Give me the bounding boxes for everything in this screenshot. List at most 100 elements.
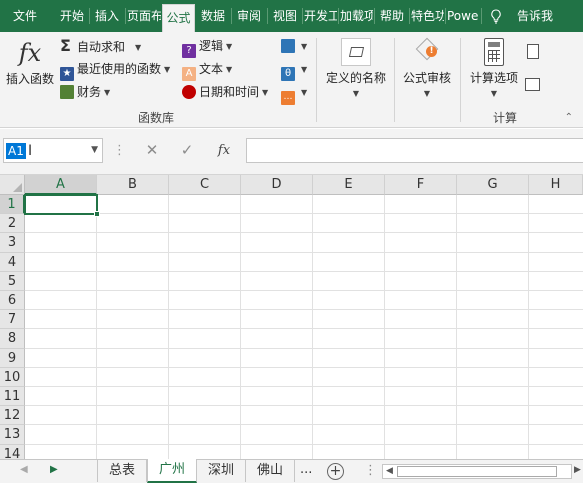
fx-icon: fx <box>18 39 42 67</box>
gridline <box>25 443 583 445</box>
horizontal-scrollbar[interactable]: ◀ <box>382 464 572 479</box>
tab-home[interactable]: 开始 <box>56 0 88 32</box>
ribbon-formulas: fx 插入函数 Σ 自动求和 ▼ ★ 最近使用的函数 ▼ 财务 ▼ ? 逻辑 ▼ A 文本 ▼ 日… <box>0 32 583 128</box>
row-header-7[interactable]: 7 <box>0 310 25 330</box>
scroll-right-icon[interactable]: ▶ <box>574 465 581 475</box>
tab-formulas[interactable]: 公式 <box>162 4 195 32</box>
tab-page-layout[interactable]: 页面布局 <box>127 0 161 32</box>
row-header-13[interactable]: 13 <box>0 425 25 445</box>
insert-function-fx-button[interactable]: fx <box>209 138 239 163</box>
prev-sheet-icon[interactable]: ◀ <box>20 464 28 475</box>
column-header-c[interactable]: C <box>169 175 241 195</box>
sigma-icon: Σ <box>60 36 71 55</box>
row-header-2[interactable]: 2 <box>0 214 25 234</box>
row-header-11[interactable]: 11 <box>0 387 25 407</box>
tab-addins[interactable]: 加载项 <box>340 0 373 32</box>
tab-data[interactable]: 数据 <box>197 0 229 32</box>
sheet-tab-summary[interactable]: 总表 <box>97 460 147 482</box>
financial-book-icon <box>60 85 74 99</box>
date-time-button[interactable]: 日期和时间 ▼ <box>182 82 268 102</box>
gridline <box>25 290 583 291</box>
tab-splitter-icon[interactable]: ⋮ <box>364 463 377 478</box>
chevron-down-icon[interactable]: ▼ <box>91 145 98 155</box>
clock-book-icon <box>182 85 196 99</box>
tab-view[interactable]: 视图 <box>269 0 301 32</box>
row-header-3[interactable]: 3 <box>0 233 25 253</box>
formula-bar-grip-icon[interactable]: ⋮ <box>113 138 126 163</box>
column-header-b[interactable]: B <box>97 175 169 195</box>
gridline <box>25 328 583 330</box>
row-header-14[interactable]: 14 <box>0 444 25 459</box>
tab-insert[interactable]: 插入 <box>91 0 123 32</box>
collapse-ribbon-icon[interactable]: ⌃ <box>565 112 573 123</box>
name-box[interactable]: A1 I ▼ <box>3 138 103 163</box>
tab-developer[interactable]: 开发工具 <box>304 0 337 32</box>
calculation-options-button[interactable]: 计算选项 ▼ <box>465 38 523 100</box>
select-all-button[interactable] <box>0 175 25 195</box>
active-cell-selection[interactable] <box>24 194 100 217</box>
column-header-a[interactable]: A <box>25 175 97 195</box>
lookup-reference-button[interactable]: ▼ <box>281 36 307 56</box>
next-sheet-icon[interactable]: ▶ <box>50 464 58 475</box>
chevron-down-icon: ▼ <box>490 89 498 98</box>
sheet-tab-shenzhen[interactable]: 深圳 <box>197 460 246 482</box>
calculation-group-label: 计算 <box>493 111 518 125</box>
more-sheets-button[interactable]: ... <box>300 460 312 482</box>
worksheet-grid[interactable]: A B C D E F G H 1 2 3 4 5 6 7 8 9 10 11 12 13 14 <box>0 175 583 459</box>
row-header-12[interactable]: 12 <box>0 406 25 426</box>
row-header-10[interactable]: 10 <box>0 367 25 387</box>
column-header-g[interactable]: G <box>457 175 529 195</box>
text-functions-button[interactable]: A 文本 ▼ <box>182 59 232 81</box>
gridline <box>240 195 241 459</box>
gridline <box>384 195 385 459</box>
cancel-formula-button[interactable]: ✕ <box>137 138 167 163</box>
recently-used-button[interactable]: ★ 最近使用的函数 ▼ <box>60 59 171 81</box>
tab-help[interactable]: 帮助 <box>376 0 408 32</box>
magnifier-book-icon <box>281 39 295 53</box>
gridline <box>168 195 169 459</box>
ribbon-tab-bar: 文件 开始 插入 页面布局 公式 数据 审阅 视图 开发工具 加载项 帮助 特色… <box>0 0 583 32</box>
scroll-left-icon[interactable]: ◀ <box>386 465 393 478</box>
column-header-e[interactable]: E <box>313 175 385 195</box>
row-header-6[interactable]: 6 <box>0 291 25 311</box>
gridline <box>25 366 583 368</box>
row-header-9[interactable]: 9 <box>0 348 25 368</box>
enter-formula-button[interactable]: ✓ <box>172 138 202 163</box>
tab-special-features[interactable]: 特色功能 <box>411 0 444 32</box>
row-header-5[interactable]: 5 <box>0 271 25 291</box>
column-header-h[interactable]: H <box>529 175 583 195</box>
column-header-f[interactable]: F <box>385 175 457 195</box>
theta-book-icon: θ <box>281 67 295 81</box>
tab-power-pivot[interactable]: Power Pivot <box>447 0 479 32</box>
question-book-icon: ? <box>182 44 196 58</box>
row-header-4[interactable]: 4 <box>0 252 25 272</box>
tab-file[interactable]: 文件 <box>0 0 50 32</box>
more-functions-button[interactable]: … ▼ <box>281 82 307 105</box>
tag-icon <box>341 38 371 66</box>
defined-names-button[interactable]: 定义的名称 ▼ <box>322 38 390 100</box>
row-header-8[interactable]: 8 <box>0 329 25 349</box>
lightbulb-icon[interactable] <box>490 9 502 24</box>
column-header-d[interactable]: D <box>241 175 313 195</box>
calculate-sheet-icon[interactable] <box>525 78 540 91</box>
financial-button[interactable]: 财务 ▼ <box>60 82 110 102</box>
insert-function-button[interactable]: fx 插入函数 <box>4 38 56 87</box>
scrollbar-thumb[interactable] <box>397 466 557 477</box>
tell-me-search[interactable]: 告诉我 <box>510 0 560 32</box>
fill-handle[interactable] <box>94 211 100 217</box>
tab-review[interactable]: 审阅 <box>233 0 265 32</box>
formula-input[interactable] <box>246 138 583 163</box>
sheet-tab-foshan[interactable]: 佛山 <box>246 460 295 482</box>
autosum-button[interactable]: Σ 自动求和 ▼ <box>60 36 141 56</box>
calculate-now-icon[interactable] <box>527 44 539 59</box>
warning-trace-icon: ! <box>412 37 442 66</box>
name-box-value[interactable]: A1 <box>6 143 26 159</box>
sheet-tab-bar: ◀ ▶ 总表 广州 深圳 佛山 ... + ⋮ ◀ ▶ <box>0 459 583 483</box>
math-trig-button[interactable]: θ ▼ <box>281 59 307 81</box>
formula-auditing-button[interactable]: ! 公式审核 ▼ <box>398 37 456 100</box>
chevron-down-icon: ▼ <box>164 65 171 74</box>
sheet-tab-guangzhou[interactable]: 广州 <box>147 459 197 483</box>
row-header-1[interactable]: 1 <box>0 195 25 215</box>
logical-button[interactable]: ? 逻辑 ▼ <box>182 36 232 58</box>
add-sheet-icon[interactable]: + <box>327 463 344 480</box>
